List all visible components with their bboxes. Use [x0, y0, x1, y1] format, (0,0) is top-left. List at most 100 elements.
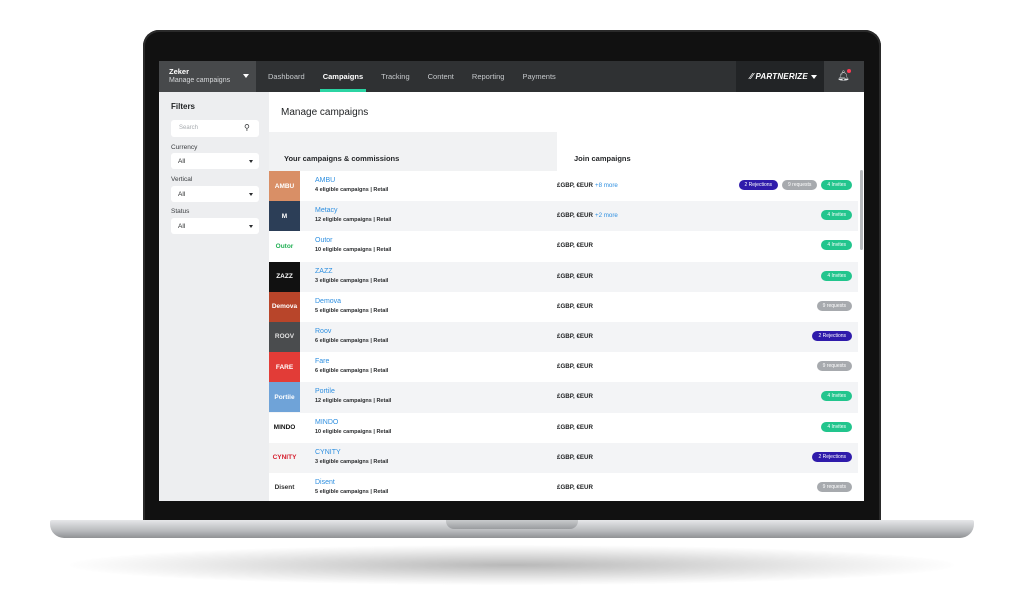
publisher-name-link[interactable]: Roov [315, 328, 331, 335]
invites-badge[interactable]: 4 Invites [821, 270, 852, 281]
invites-badge[interactable]: 4 Invites [821, 210, 852, 221]
nav-reporting[interactable]: Reporting [463, 61, 514, 92]
publisher-meta: 10 eligible campaigns | Retail [315, 428, 392, 435]
invites-badge[interactable]: 4 Invites [821, 391, 852, 402]
currency-select[interactable]: All [171, 153, 259, 169]
publisher-logo: ZAZZ [269, 261, 300, 292]
publisher-logo: CYNITY [269, 442, 300, 473]
list-item[interactable]: Outor Outor 10 eligible campaigns | Reta… [269, 231, 858, 262]
publisher-meta: 6 eligible campaigns | Retail [315, 337, 389, 344]
chevron-down-icon [249, 193, 253, 196]
notifications-button[interactable]: 🔔︎ [824, 61, 864, 92]
more-currencies-link[interactable]: +2 more [595, 212, 618, 219]
currency-value: All [178, 158, 186, 165]
status-badges: 4 Invites [821, 210, 852, 221]
vertical-select[interactable]: All [171, 186, 259, 202]
status-badges: 2 Rejections 9 requests 4 Invites [738, 180, 852, 190]
publisher-name-link[interactable]: Outor [315, 237, 333, 244]
requests-badge[interactable]: 9 requests [816, 300, 852, 311]
publisher-name-link[interactable]: Metacy [315, 207, 338, 214]
account-switcher[interactable]: Zeker Manage campaigns [159, 61, 256, 92]
app-screen: Zeker Manage campaigns Dashboard Campaig… [159, 61, 864, 501]
publisher-meta: 4 eligible campaigns | Retail [315, 187, 389, 193]
publisher-meta: 12 eligible campaigns | Retail [315, 398, 392, 405]
list-item[interactable]: MINDO MINDO 10 eligible campaigns | Reta… [269, 412, 858, 443]
currency-text: £GBP, €EUR +8 more [557, 182, 618, 189]
publisher-logo: MINDO [269, 412, 300, 443]
nav-campaigns[interactable]: Campaigns [314, 61, 372, 92]
publisher-name-link[interactable]: Portile [315, 388, 335, 395]
list-item[interactable]: CYNITY CYNITY 3 eligible campaigns | Ret… [269, 442, 858, 473]
notification-dot [847, 69, 851, 73]
status-badges: 9 requests [816, 481, 852, 492]
currency-text: £GBP, €EUR [557, 242, 593, 250]
publisher-meta: 12 eligible campaigns | Retail [315, 217, 392, 224]
publisher-name-link[interactable]: AMBU [315, 177, 335, 184]
list-item[interactable]: Demova Demova 5 eligible campaigns | Ret… [269, 291, 858, 322]
filters-title: Filters [171, 102, 196, 111]
tab-join-campaigns-label: Join campaigns [574, 154, 631, 163]
list-item[interactable]: ZAZZ ZAZZ 3 eligible campaigns | Retail … [269, 261, 858, 292]
currency-label: Currency [171, 144, 198, 151]
publisher-meta: 6 eligible campaigns | Retail [315, 368, 389, 375]
nav-content[interactable]: Content [419, 61, 463, 92]
publisher-meta: 5 eligible campaigns | Retail [315, 488, 389, 495]
nav-dashboard[interactable]: Dashboard [259, 61, 314, 92]
invites-badge[interactable]: 4 Invites [821, 240, 852, 251]
publisher-meta: 5 eligible campaigns | Retail [315, 307, 389, 314]
more-currencies-link[interactable]: +8 more [595, 182, 618, 189]
list-item[interactable]: AMBU AMBU 4 eligible campaigns | Retail … [269, 171, 858, 202]
requests-badge[interactable]: 9 requests [816, 481, 852, 492]
account-subtitle: Manage campaigns [169, 77, 231, 84]
rejections-badge[interactable]: 2 Rejections [812, 330, 852, 341]
list-item[interactable]: ROOV Roov 6 eligible campaigns | Retail … [269, 321, 858, 353]
publisher-logo: M [269, 201, 300, 232]
brand-switcher[interactable]: ⁄⁄ PARTNERIZE [736, 61, 824, 92]
publisher-name-link[interactable]: ZAZZ [315, 268, 333, 275]
rejections-badge[interactable]: 2 Rejections [812, 451, 852, 462]
invites-badge[interactable]: 4 Invites [821, 421, 852, 432]
laptop-notch [446, 520, 578, 529]
partnerize-logo: ⁄⁄ PARTNERIZE [750, 72, 808, 81]
top-navigation-bar: Zeker Manage campaigns Dashboard Campaig… [159, 61, 864, 92]
chevron-down-icon [243, 74, 249, 78]
currency-text: £GBP, €EUR [557, 302, 593, 310]
status-badges: 4 Invites [821, 421, 852, 432]
tab-your-campaigns[interactable]: Your campaigns & commissions [269, 132, 557, 171]
currency-text: £GBP, €EUR +2 more [557, 212, 618, 220]
campaign-list: AMBU AMBU 4 eligible campaigns | Retail … [269, 171, 858, 501]
list-item[interactable]: FARE Fare 6 eligible campaigns | Retail … [269, 352, 858, 383]
publisher-logo: AMBU [269, 171, 300, 201]
list-item[interactable]: Disent Disent 5 eligible campaigns | Ret… [269, 472, 858, 501]
currency-text: £GBP, €EUR [557, 332, 593, 340]
rejections-badge[interactable]: 2 Rejections [738, 180, 779, 190]
status-badges: 9 requests [816, 361, 852, 372]
laptop-shadow [70, 545, 954, 585]
requests-badge[interactable]: 9 requests [782, 180, 818, 190]
status-badges: 4 Invites [821, 270, 852, 281]
status-badges: 2 Rejections [812, 451, 852, 462]
scrollbar[interactable] [860, 170, 863, 250]
search-placeholder: Search [179, 125, 199, 131]
publisher-name-link[interactable]: Disent [315, 479, 335, 486]
search-input[interactable]: Search ⚲ [171, 120, 259, 137]
publisher-name-link[interactable]: Fare [315, 358, 329, 365]
list-item[interactable]: Portile Portile 12 eligible campaigns | … [269, 382, 858, 413]
publisher-name-link[interactable]: Demova [315, 298, 341, 305]
publisher-name-link[interactable]: MINDO [315, 419, 338, 426]
publisher-name-link[interactable]: CYNITY [315, 449, 341, 456]
requests-badge[interactable]: 9 requests [816, 361, 852, 372]
vertical-value: All [178, 191, 186, 198]
list-item[interactable]: M Metacy 12 eligible campaigns | Retail … [269, 201, 858, 232]
status-select[interactable]: All [171, 218, 259, 234]
nav-payments[interactable]: Payments [513, 61, 564, 92]
vertical-label: Vertical [171, 176, 193, 183]
publisher-meta: 3 eligible campaigns | Retail [315, 458, 389, 465]
status-badges: 2 Rejections [812, 330, 852, 341]
page-title: Manage campaigns [281, 107, 369, 118]
invites-badge[interactable]: 4 Invites [821, 180, 852, 190]
main-nav: Dashboard Campaigns Tracking Content Rep… [259, 61, 565, 92]
publisher-logo: Disent [269, 472, 300, 501]
account-name: Zeker [169, 67, 190, 76]
nav-tracking[interactable]: Tracking [372, 61, 418, 92]
